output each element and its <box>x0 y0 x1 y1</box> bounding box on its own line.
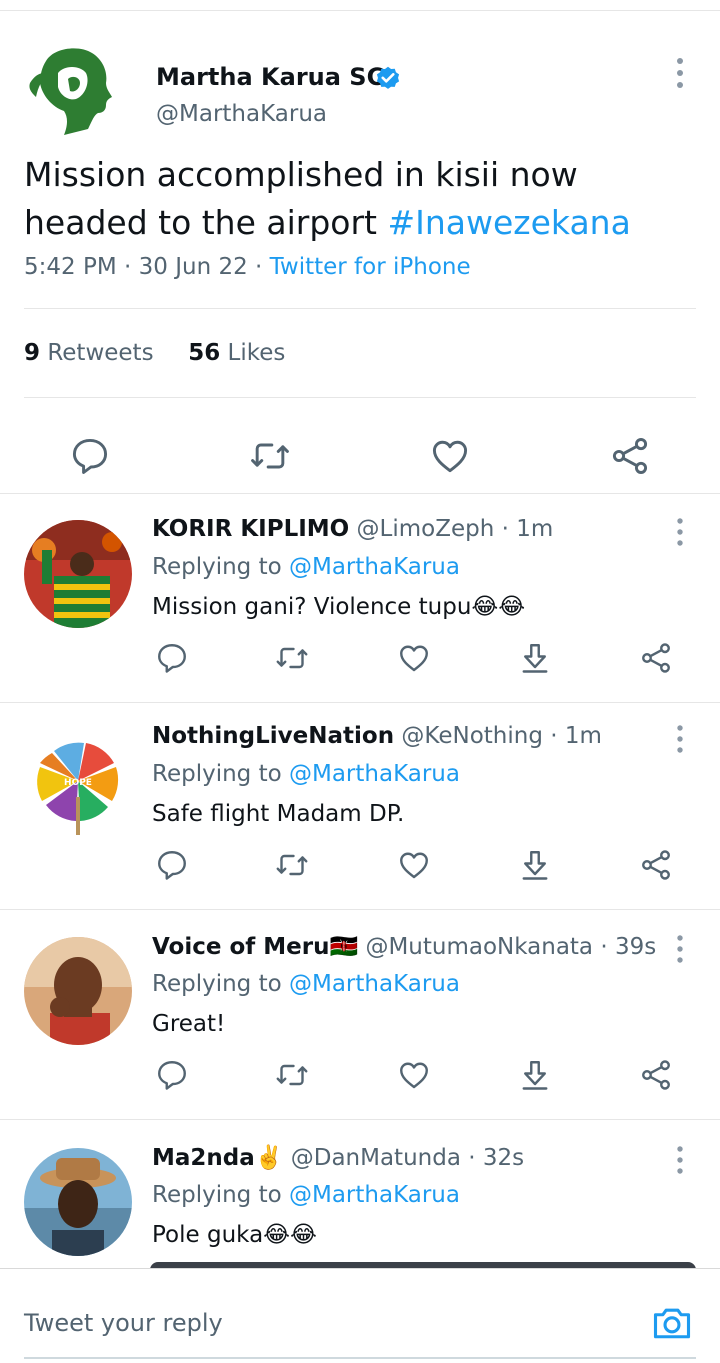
author-avatar[interactable] <box>24 43 120 139</box>
reply-time: · 1m <box>550 723 602 749</box>
tweet-time: 5:42 PM <box>24 254 117 280</box>
heart-icon[interactable] <box>396 847 432 883</box>
replying-to-label: Replying to <box>152 1182 289 1208</box>
share-icon[interactable] <box>638 1057 674 1093</box>
share-icon[interactable] <box>638 640 674 676</box>
reply-author-handle[interactable]: @DanMatunda <box>291 1145 461 1171</box>
replying-to-link[interactable]: @MarthaKarua <box>289 761 460 787</box>
divider <box>24 308 696 309</box>
divider <box>0 909 720 910</box>
more-vertical-icon[interactable] <box>670 516 690 548</box>
camera-icon[interactable] <box>650 1301 694 1345</box>
more-vertical-icon[interactable] <box>670 1144 690 1176</box>
author-name[interactable]: Martha Karua SC <box>156 63 384 91</box>
replying-to-link[interactable]: @MarthaKarua <box>289 554 460 580</box>
retweet-icon[interactable] <box>274 847 310 883</box>
likes-count: 56 <box>188 340 221 366</box>
hashtag-link[interactable]: #Inawezekana <box>387 203 630 242</box>
more-vertical-icon[interactable] <box>670 723 690 755</box>
reply-author-name[interactable]: NothingLiveNation <box>152 723 394 749</box>
avatar[interactable] <box>24 1148 132 1256</box>
replying-to-link[interactable]: @MarthaKarua <box>289 971 460 997</box>
comment-icon[interactable] <box>154 847 190 883</box>
more-vertical-icon[interactable] <box>670 55 690 91</box>
silhouette-logo-icon <box>29 48 112 136</box>
reply-text: Mission gani? Violence tupu😂😂 <box>152 594 526 620</box>
reply-header: NothingLiveNation @KeNothing · 1m <box>152 723 602 749</box>
retweets-count: 9 <box>24 340 41 366</box>
replying-to: Replying to @MarthaKarua <box>152 1182 460 1208</box>
reply-time: · 39s <box>600 934 657 960</box>
tweet-text: Mission accomplished in kisii now headed… <box>24 151 684 247</box>
reply-header: Ma2nda✌️ @DanMatunda · 32s <box>152 1144 524 1171</box>
meta-separator: · <box>247 254 270 280</box>
avatar-hope-text: HOPE <box>64 778 92 788</box>
share-icon[interactable] <box>638 847 674 883</box>
share-icon[interactable] <box>608 434 652 478</box>
reply-time: · 32s <box>468 1145 525 1171</box>
replying-to: Replying to @MarthaKarua <box>152 971 460 997</box>
likes-label: Likes <box>227 340 286 366</box>
tweet-date: 30 Jun 22 <box>138 254 248 280</box>
reply-text: Pole guka😂😂 <box>152 1222 317 1248</box>
reply-header: Voice of Meru🇰🇪 @MutumaoNkanata · 39s <box>152 933 656 960</box>
reply-compose-bar: Tweet your reply <box>0 1268 720 1363</box>
author-handle[interactable]: @MarthaKarua <box>156 101 327 127</box>
likes-stat[interactable]: 56 Likes <box>188 340 285 366</box>
reply-author-name[interactable]: Voice of Meru🇰🇪 <box>152 934 358 960</box>
retweets-stat[interactable]: 9 Retweets <box>24 340 154 366</box>
heart-icon[interactable] <box>396 1057 432 1093</box>
comment-icon[interactable] <box>154 640 190 676</box>
meta-separator: · <box>116 254 139 280</box>
retweets-label: Retweets <box>47 340 154 366</box>
reply-author-handle[interactable]: @MutumaoNkanata <box>365 934 593 960</box>
verified-badge-icon <box>374 65 402 93</box>
avatar[interactable] <box>24 937 132 1045</box>
reply-author-name[interactable]: Ma2nda✌️ <box>152 1145 283 1171</box>
retweet-icon[interactable] <box>274 1057 310 1093</box>
top-divider <box>0 10 720 11</box>
retweet-icon[interactable] <box>248 434 292 478</box>
reply-input[interactable]: Tweet your reply <box>24 1309 223 1337</box>
reply-author-handle[interactable]: @LimoZeph <box>357 516 495 542</box>
tweet-stats: 9 Retweets 56 Likes <box>24 340 285 366</box>
divider <box>0 493 720 494</box>
reply-tweet[interactable]: Voice of Meru🇰🇪 @MutumaoNkanata · 39s Re… <box>0 913 720 1119</box>
replying-to: Replying to @MarthaKarua <box>152 554 460 580</box>
heart-icon[interactable] <box>396 640 432 676</box>
reply-text: Safe flight Madam DP. <box>152 801 405 827</box>
divider <box>24 397 696 398</box>
replying-to-label: Replying to <box>152 761 289 787</box>
replying-to-link[interactable]: @MarthaKarua <box>289 1182 460 1208</box>
reply-time: · 1m <box>501 516 554 542</box>
avatar[interactable]: HOPE <box>24 727 132 835</box>
replying-to-label: Replying to <box>152 554 289 580</box>
reply-header: KORIR KIPLIMO @LimoZeph · 1m <box>152 516 553 542</box>
tweet-source-link[interactable]: Twitter for iPhone <box>270 254 471 280</box>
comment-icon[interactable] <box>154 1057 190 1093</box>
comment-icon[interactable] <box>68 434 112 478</box>
download-icon[interactable] <box>517 1057 553 1093</box>
reply-author-handle[interactable]: @KeNothing <box>401 723 543 749</box>
reply-author-name[interactable]: KORIR KIPLIMO <box>152 516 349 542</box>
heart-icon[interactable] <box>428 434 472 478</box>
download-icon[interactable] <box>517 847 553 883</box>
retweet-icon[interactable] <box>274 640 310 676</box>
reply-text: Great! <box>152 1011 226 1037</box>
replying-to-label: Replying to <box>152 971 289 997</box>
more-vertical-icon[interactable] <box>670 933 690 965</box>
reply-tweet[interactable]: KORIR KIPLIMO @LimoZeph · 1m Replying to… <box>0 496 720 702</box>
avatar[interactable] <box>24 520 132 628</box>
replying-to: Replying to @MarthaKarua <box>152 761 460 787</box>
divider <box>0 1119 720 1120</box>
tweet-meta: 5:42 PM · 30 Jun 22 · Twitter for iPhone <box>24 254 471 280</box>
compose-underline <box>24 1357 696 1359</box>
reply-tweet[interactable]: HOPE NothingLiveNation @KeNothing · 1m R… <box>0 703 720 909</box>
download-icon[interactable] <box>517 640 553 676</box>
